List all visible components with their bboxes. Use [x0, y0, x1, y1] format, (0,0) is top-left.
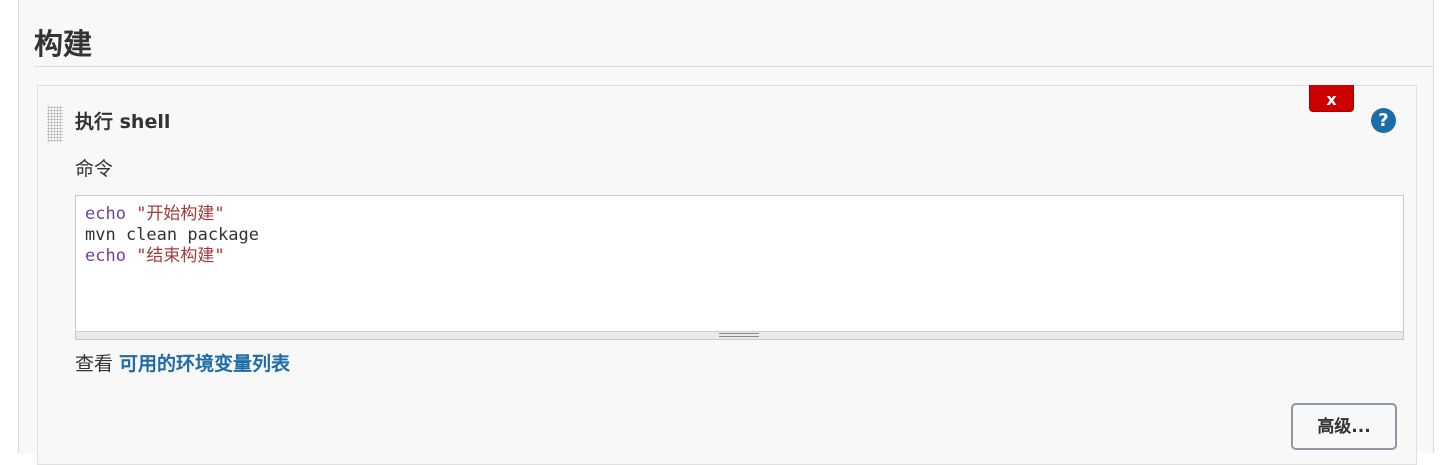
- delete-step-button[interactable]: x: [1309, 85, 1354, 112]
- env-vars-link[interactable]: 可用的环境变量列表: [119, 353, 290, 375]
- code-line: echo "结束构建": [85, 246, 259, 267]
- editor-resize-handle[interactable]: [76, 331, 1403, 339]
- section-title: 构建: [34, 27, 93, 61]
- command-label: 命令: [75, 158, 114, 180]
- help-icon[interactable]: ?: [1371, 108, 1396, 133]
- env-vars-line: 查看 可用的环境变量列表: [75, 351, 290, 377]
- code-line: echo "开始构建": [85, 204, 259, 225]
- step-title: 执行 shell: [75, 111, 171, 133]
- section-divider: [34, 66, 1434, 67]
- env-vars-prefix: 查看: [75, 353, 120, 375]
- command-code[interactable]: echo "开始构建" mvn clean package echo "结束构建…: [85, 204, 259, 267]
- advanced-button[interactable]: 高级...: [1291, 403, 1397, 450]
- code-string: "结束构建": [125, 246, 225, 266]
- execute-shell-step: 执行 shell x ? 命令 echo "开始构建" mvn clean pa…: [37, 85, 1417, 465]
- resize-grip-icon: [719, 333, 759, 337]
- code-string: "开始构建": [125, 204, 225, 224]
- code-line: mvn clean package: [85, 225, 259, 246]
- code-keyword: echo: [85, 246, 126, 266]
- code-text: mvn clean package: [85, 225, 259, 245]
- drag-handle-icon[interactable]: [47, 106, 63, 142]
- code-keyword: echo: [85, 204, 126, 224]
- build-section: 构建 执行 shell x ? 命令 echo "开始构建" mvn clean…: [18, 0, 1434, 465]
- command-editor[interactable]: echo "开始构建" mvn clean package echo "结束构建…: [75, 195, 1404, 340]
